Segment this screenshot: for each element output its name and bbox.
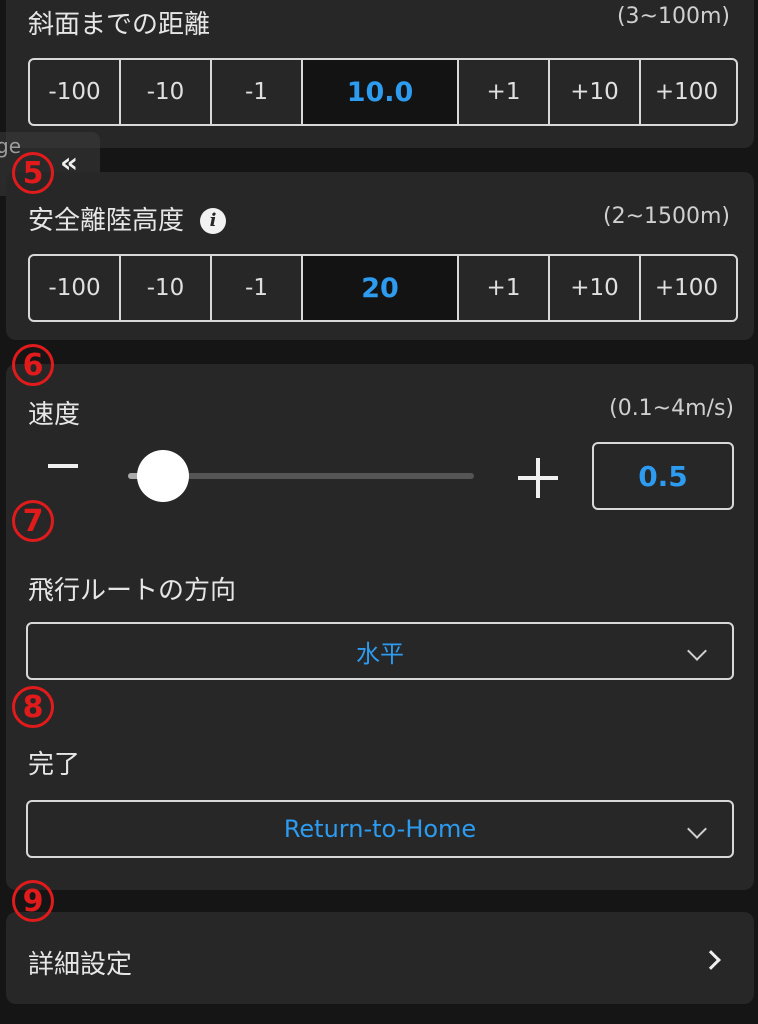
distance-stepper: -100 -10 -1 10.0 +1 +10 +100 [28,58,738,126]
safe-altitude-plus-10-button[interactable]: +10 [550,256,641,320]
safe-altitude-minus-100-button[interactable]: -100 [30,256,121,320]
chevron-right-icon [701,950,721,970]
distance-minus-1-button[interactable]: -1 [212,60,303,124]
speed-increase-button[interactable] [518,458,558,498]
distance-range: (3~100m) [616,4,730,29]
advanced-settings-label: 詳細設定 [28,950,133,980]
safe-altitude-card: 安全離陸高度 i (2~1500m) -100 -10 -1 20 +1 +10 … [6,172,754,340]
speed-slider-handle[interactable] [136,450,189,502]
safe-altitude-plus-100-button[interactable]: +100 [641,256,732,320]
annotation-badge-5: 5 [12,152,54,194]
distance-minus-10-button[interactable]: -10 [121,60,212,124]
safe-altitude-value[interactable]: 20 [303,256,459,320]
distance-value[interactable]: 10.0 [303,60,459,124]
info-icon[interactable]: i [200,207,227,234]
distance-card: 斜面までの距離 (3~100m) -100 -10 -1 10.0 +1 +10… [6,0,754,148]
advanced-settings-row[interactable]: 詳細設定 [6,912,754,1004]
chevron-down-icon [687,819,707,839]
annotation-badge-8: 8 [12,686,54,728]
side-tab-text: ge [0,134,21,158]
speed-range: (0.1~4m/s) [609,396,734,421]
distance-plus-1-button[interactable]: +1 [459,60,550,124]
speed-decrease-button[interactable] [48,464,78,468]
completion-label: 完了 [28,750,81,780]
route-direction-value: 水平 [356,639,404,668]
safe-altitude-minus-10-button[interactable]: -10 [121,256,212,320]
speed-value-input[interactable]: 0.5 [592,442,734,510]
distance-minus-100-button[interactable]: -100 [30,60,121,124]
distance-plus-10-button[interactable]: +10 [550,60,641,124]
safe-altitude-label-text: 安全離陸高度 [28,206,185,236]
safe-altitude-minus-1-button[interactable]: -1 [212,256,303,320]
distance-plus-100-button[interactable]: +100 [641,60,732,124]
completion-select[interactable]: Return-to-Home [26,800,734,858]
annotation-badge-6: 6 [12,344,54,386]
safe-altitude-stepper: -100 -10 -1 20 +1 +10 +100 [28,254,738,322]
completion-value: Return-to-Home [283,815,477,843]
speed-label: 速度 [28,400,81,430]
safe-altitude-range: (2~1500m) [602,204,730,229]
safe-altitude-plus-1-button[interactable]: +1 [459,256,550,320]
annotation-badge-9: 9 [12,880,54,922]
annotation-badge-7: 7 [12,500,54,542]
distance-label: 斜面までの距離 [28,10,211,40]
safe-altitude-label: 安全離陸高度 i [28,200,227,237]
chevron-down-icon [687,641,707,661]
route-direction-select[interactable]: 水平 [26,622,734,680]
route-direction-label: 飛行ルートの方向 [28,576,237,606]
